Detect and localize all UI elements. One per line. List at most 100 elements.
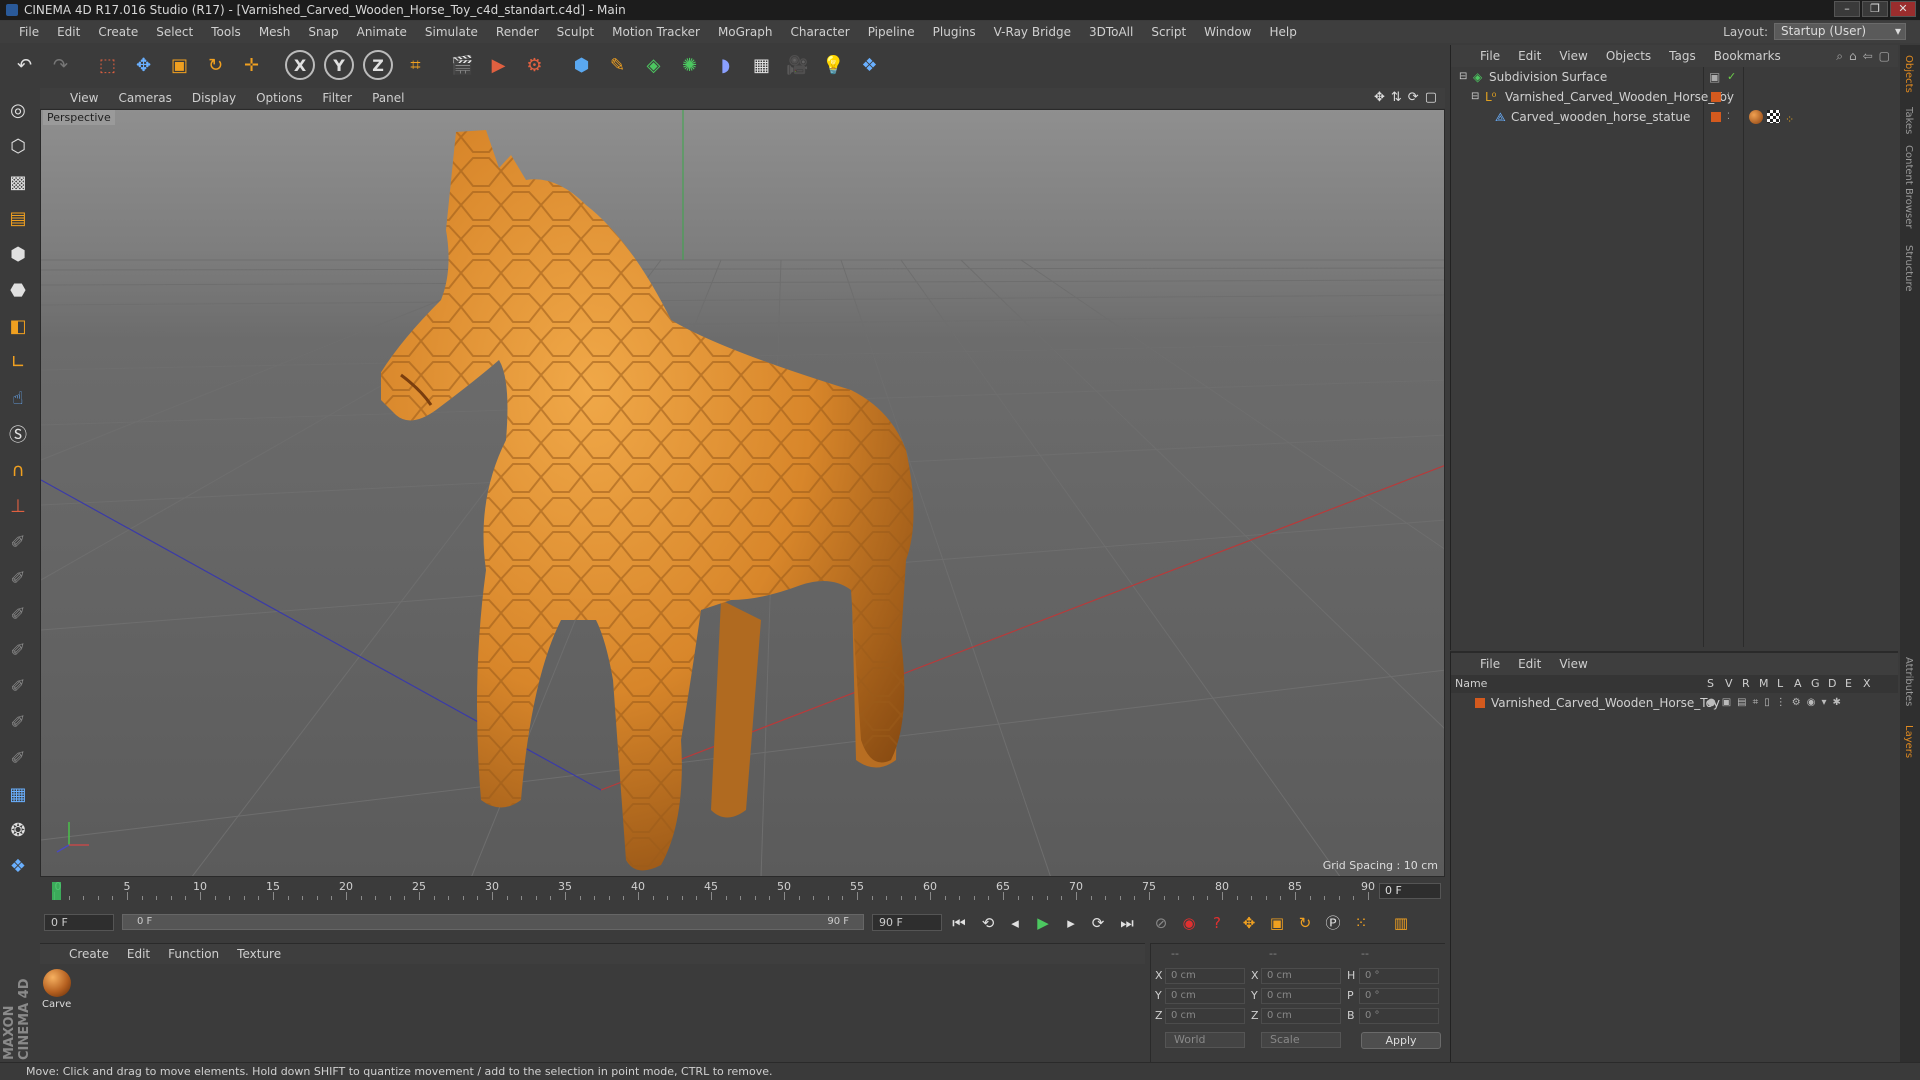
material-preview-swatch[interactable] — [43, 969, 71, 997]
spline-pen-icon[interactable]: ✎ — [601, 49, 634, 82]
layer-menu-file[interactable]: File — [1471, 657, 1509, 671]
menu-select[interactable]: Select — [147, 25, 202, 39]
viewport-menu-cameras[interactable]: Cameras — [108, 91, 181, 105]
move-tool-icon[interactable]: ✥ — [127, 49, 160, 82]
max-frame-field[interactable]: 90 F — [872, 914, 942, 931]
timeline-ruler[interactable]: 051015202530354045505560657075808590 0 F — [40, 880, 1445, 902]
object-menu-tags[interactable]: Tags — [1660, 49, 1705, 63]
preview-range-slider[interactable]: 0 F 90 F — [122, 914, 864, 930]
menu-animate[interactable]: Animate — [348, 25, 416, 39]
go-to-prev-key-icon[interactable]: ⟲ — [975, 911, 1001, 935]
maximize-view-icon[interactable]: ▢ — [1425, 90, 1437, 105]
sculpt-brush-5-icon[interactable]: ✐ — [2, 670, 34, 702]
layer-color-swatch[interactable] — [1475, 698, 1485, 708]
python-script-icon[interactable]: ❖ — [2, 850, 34, 882]
apply-button[interactable]: Apply — [1361, 1032, 1441, 1049]
go-to-end-icon[interactable]: ⏭ — [1114, 911, 1140, 935]
render-picture-viewer-icon[interactable]: ▶ — [482, 49, 515, 82]
layer-color-swatch[interactable] — [1711, 112, 1721, 122]
coordinate-space-dropdown[interactable]: World — [1165, 1032, 1245, 1048]
subdivision-surface-icon[interactable]: ◈ — [637, 49, 670, 82]
size-mode-dropdown[interactable]: Scale — [1261, 1032, 1341, 1048]
visibility-dots-icon[interactable]: ⁚ — [1727, 87, 1730, 107]
material-menu-create[interactable]: Create — [60, 947, 118, 961]
collapse-icon[interactable]: ⊟ — [1471, 87, 1479, 107]
python-icon[interactable]: ❖ — [853, 49, 886, 82]
size-x-field[interactable]: 0 cm — [1261, 968, 1341, 984]
sculpt-brush-3-icon[interactable]: ✐ — [2, 598, 34, 630]
sculpt-brush-4-icon[interactable]: ✐ — [2, 634, 34, 666]
camera-icon[interactable]: 🎥 — [781, 49, 814, 82]
go-to-next-key-icon[interactable]: ⟳ — [1085, 911, 1111, 935]
material-menu-texture[interactable]: Texture — [228, 947, 290, 961]
rot-h-field[interactable]: 0 ° — [1359, 968, 1439, 984]
redo-icon[interactable]: ↷ — [44, 49, 77, 82]
menu-plugins[interactable]: Plugins — [924, 25, 985, 39]
viewport-menu-filter[interactable]: Filter — [312, 91, 362, 105]
paint-icon[interactable]: ❂ — [2, 814, 34, 846]
menu-tools[interactable]: Tools — [202, 25, 250, 39]
material-menu-edit[interactable]: Edit — [118, 947, 159, 961]
menu-window[interactable]: Window — [1195, 25, 1260, 39]
object-menu-bookmarks[interactable]: Bookmarks — [1705, 49, 1790, 63]
render-settings-icon[interactable]: ⚙ — [518, 49, 551, 82]
frame-ruler[interactable]: 051015202530354045505560657075808590 — [52, 880, 1376, 902]
object-row-horse-toy[interactable]: ⊟ L⁰ Varnished_Carved_Wooden_Horse_Toy ⁚ — [1451, 87, 1898, 107]
menu-3dtoall[interactable]: 3DToAll — [1080, 25, 1142, 39]
playhead-marker[interactable] — [52, 882, 61, 900]
sculpt-brush-1-icon[interactable]: ✐ — [2, 526, 34, 558]
record-keys-icon[interactable]: ◉ — [1176, 911, 1202, 935]
step-forward-icon[interactable]: ▸ — [1058, 911, 1084, 935]
menu-edit[interactable]: Edit — [48, 25, 89, 39]
dolly-view-icon[interactable]: ⇅ — [1391, 90, 1402, 105]
material-menu-function[interactable]: Function — [159, 947, 228, 961]
tab-layers[interactable]: Layers — [1903, 725, 1914, 758]
tab-objects[interactable]: Objects — [1903, 55, 1914, 93]
workplane-axis-icon[interactable]: ⊥ — [2, 490, 34, 522]
snap-icon[interactable]: Ⓢ — [2, 418, 34, 450]
autokey-icon[interactable]: ? — [1204, 911, 1230, 935]
menu-character[interactable]: Character — [781, 25, 858, 39]
key-rotation-icon[interactable]: ↻ — [1292, 911, 1318, 935]
motion-record-icon[interactable]: ⊘ — [1148, 911, 1174, 935]
menu-script[interactable]: Script — [1142, 25, 1195, 39]
perspective-viewport[interactable]: Perspective Grid Spacing : 10 cm — [40, 109, 1445, 877]
viewport-menu-display[interactable]: Display — [182, 91, 246, 105]
object-menu-file[interactable]: File — [1471, 49, 1509, 63]
menu-vray-bridge[interactable]: V-Ray Bridge — [985, 25, 1080, 39]
key-parameter-icon[interactable]: Ⓟ — [1320, 911, 1346, 935]
back-icon[interactable]: ⇦ — [1863, 49, 1873, 64]
menu-mograph[interactable]: MoGraph — [709, 25, 782, 39]
x-axis-lock-icon[interactable]: X — [285, 50, 315, 80]
sculpt-brush-2-icon[interactable]: ✐ — [2, 562, 34, 594]
viewport-menu-panel[interactable]: Panel — [362, 91, 414, 105]
layer-menu-edit[interactable]: Edit — [1509, 657, 1550, 671]
undo-icon[interactable]: ↶ — [8, 49, 41, 82]
tab-content-browser[interactable]: Content Browser — [1903, 145, 1914, 228]
menu-pipeline[interactable]: Pipeline — [859, 25, 924, 39]
rot-p-field[interactable]: 0 ° — [1359, 988, 1439, 1004]
menu-sculpt[interactable]: Sculpt — [548, 25, 603, 39]
layer-flags-icons[interactable]: ●▣▤⌗▯⋮⚙◉▾✱ — [1707, 693, 1847, 713]
home-icon[interactable]: ⌂ — [1849, 49, 1857, 64]
object-menu-edit[interactable]: Edit — [1509, 49, 1550, 63]
deformer-icon[interactable]: ◗ — [709, 49, 742, 82]
menu-help[interactable]: Help — [1260, 25, 1305, 39]
new-view-icon[interactable]: ▢ — [1879, 49, 1890, 64]
size-y-field[interactable]: 0 cm — [1261, 988, 1341, 1004]
menu-motion-tracker[interactable]: Motion Tracker — [603, 25, 709, 39]
polygons-mode-icon[interactable]: ◧ — [2, 310, 34, 342]
key-scale-icon[interactable]: ▣ — [1264, 911, 1290, 935]
layer-row-horse-toy[interactable]: Varnished_Carved_Wooden_Horse_Toy ●▣▤⌗▯⋮… — [1451, 693, 1898, 713]
editor-visibility-icon[interactable]: ▣ — [1709, 67, 1720, 87]
scale-tool-icon[interactable]: ▣ — [163, 49, 196, 82]
rotate-tool-icon[interactable]: ↻ — [199, 49, 232, 82]
tab-takes[interactable]: Takes — [1903, 107, 1914, 134]
min-frame-field[interactable]: 0 F — [44, 914, 114, 931]
menu-render[interactable]: Render — [487, 25, 548, 39]
phong-tag-icon[interactable]: ⁘ — [1785, 110, 1794, 130]
step-back-icon[interactable]: ◂ — [1002, 911, 1028, 935]
maximize-button[interactable]: ❐ — [1862, 1, 1888, 17]
close-button[interactable]: ✕ — [1890, 1, 1916, 17]
key-pla-icon[interactable]: ⁙ — [1348, 911, 1374, 935]
